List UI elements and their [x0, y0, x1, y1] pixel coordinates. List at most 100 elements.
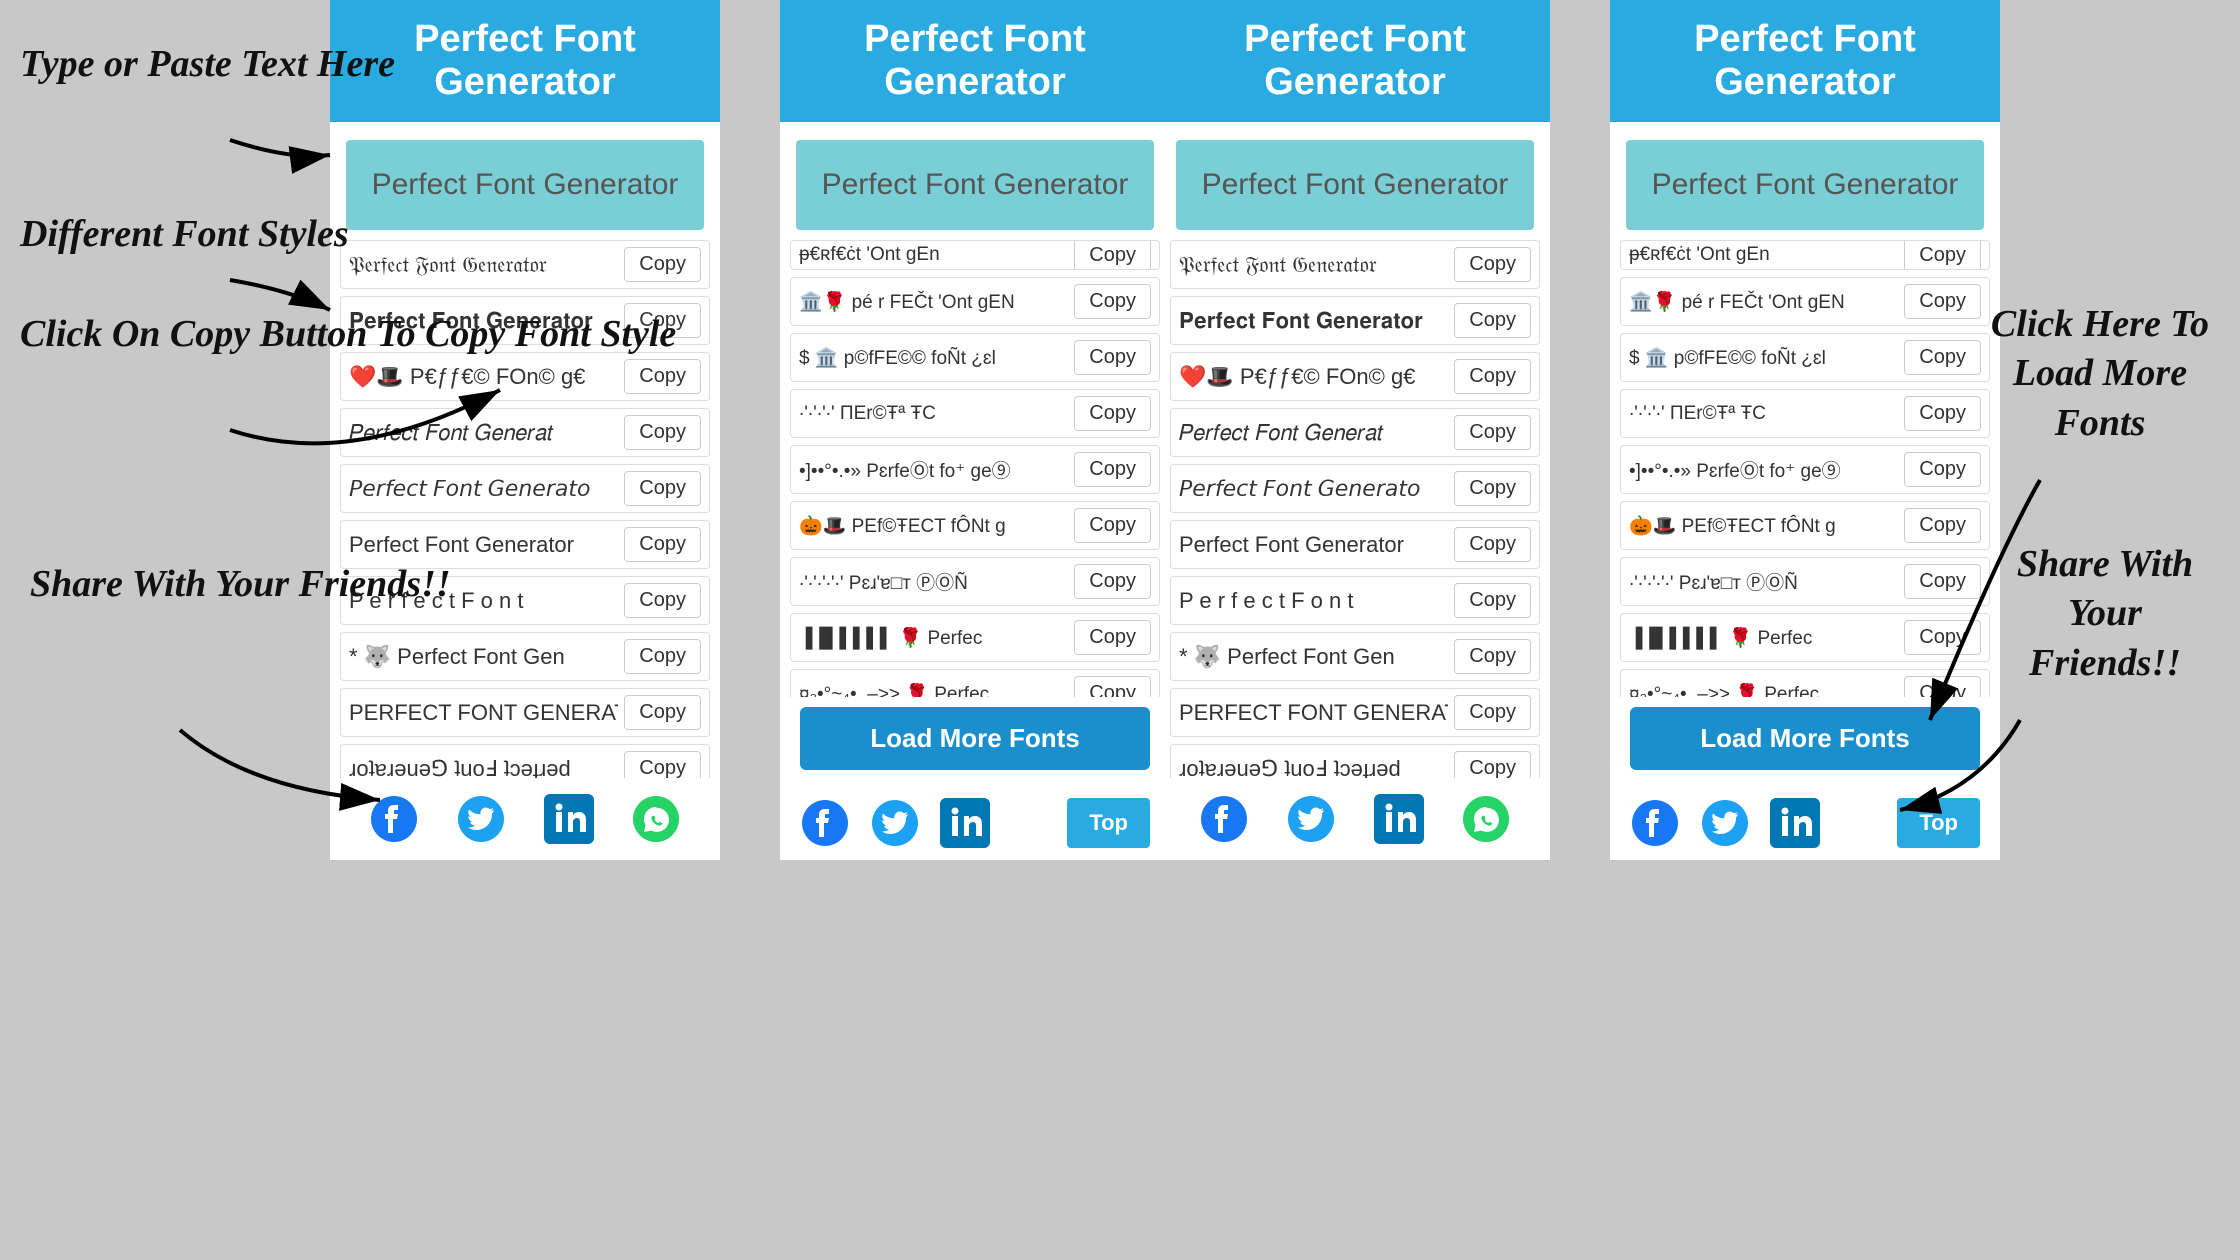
- facebook-icon-4[interactable]: [1630, 798, 1680, 848]
- font-row: * 🐺 Perfect Font Gen Copy: [340, 632, 710, 681]
- copy-button[interactable]: Copy: [624, 695, 701, 730]
- panel4-header: Perfect Font Generator: [1610, 0, 2000, 122]
- copy-button[interactable]: Copy: [1074, 620, 1151, 655]
- font-row-partial: ᵽ€ʀf€ċt 'Ont gEnCopy: [790, 240, 1160, 270]
- copy-button[interactable]: Copy: [624, 751, 701, 778]
- copy-button[interactable]: Copy: [1904, 340, 1981, 375]
- font-text: •]••°•.•» PɛrfeⓄt fo⁺ ge⑨: [799, 456, 1068, 483]
- load-more-button-2[interactable]: Load More Fonts: [1630, 707, 1980, 770]
- whatsapp-icon[interactable]: [631, 794, 681, 844]
- copy-button[interactable]: Copy: [624, 415, 701, 450]
- copy-button[interactable]: Copy: [1904, 396, 1981, 431]
- font-text: PERFECT FONT GENERATOR: [1179, 700, 1448, 726]
- copy-button[interactable]: Copy: [1454, 639, 1531, 674]
- panel1-input[interactable]: Perfect Font Generator: [346, 140, 704, 230]
- copy-button[interactable]: Copy: [1454, 359, 1531, 394]
- font-row: 🏛️🌹 pé r FEČt 'Ont gENCopy: [1620, 277, 1990, 326]
- annotation-diff-font: Different Font Styles: [20, 210, 349, 259]
- copy-button[interactable]: Copy: [1454, 751, 1531, 778]
- panel2-social-bar: Top: [780, 786, 1170, 860]
- font-row: PERFECT FONT GENERATOR Copy: [340, 688, 710, 737]
- facebook-icon-2[interactable]: [800, 798, 850, 848]
- twitter-icon-3[interactable]: [1286, 794, 1336, 844]
- font-text: 𝔓𝔢𝔯𝔣𝔢𝔠𝔱 𝔉𝔬𝔫𝔱 𝔊𝔢𝔫𝔢𝔯𝔞𝔱𝔬𝔯: [1179, 252, 1448, 278]
- font-row: Perfect Font GeneratorCopy: [1170, 520, 1540, 569]
- facebook-icon[interactable]: [369, 794, 419, 844]
- copy-button[interactable]: Copy: [1074, 284, 1151, 319]
- twitter-icon-2[interactable]: [870, 798, 920, 848]
- copy-button[interactable]: Copy: [624, 583, 701, 618]
- font-row: •]••°•.•» PɛrfeⓄt fo⁺ ge⑨Copy: [1620, 445, 1990, 494]
- twitter-icon-4[interactable]: [1700, 798, 1750, 848]
- copy-button[interactable]: Copy: [1074, 676, 1151, 697]
- font-text: 𝑃𝑒𝑟𝑓𝑒𝑐𝑡 𝐹𝑜𝑛𝑡 𝐺𝑒𝑛𝑒𝑟𝑎𝑡: [1179, 420, 1448, 446]
- copy-button[interactable]: Copy: [1454, 695, 1531, 730]
- phone-panel-right2: Perfect Font Generator Perfect Font Gene…: [1610, 0, 2000, 860]
- copy-button[interactable]: Copy: [1904, 508, 1981, 543]
- panel4-input[interactable]: Perfect Font Generator: [1626, 140, 1984, 230]
- whatsapp-icon-2[interactable]: [1461, 794, 1511, 844]
- panel1-social-bar: [330, 778, 720, 860]
- copy-button[interactable]: Copy: [1904, 452, 1981, 487]
- font-text: ɹoʇɐɹǝuǝ⅁ ʇuoℲ ʇɔǝɟɹǝd: [349, 756, 618, 779]
- font-row: * 🐺 Perfect Font GenCopy: [1170, 632, 1540, 681]
- font-text: 𝔓𝔢𝔯𝔣𝔢𝔠𝔱 𝔉𝔬𝔫𝔱 𝔊𝔢𝔫𝔢𝔯𝔞𝔱𝔬𝔯: [349, 252, 618, 278]
- copy-button[interactable]: Copy: [624, 359, 701, 394]
- copy-button[interactable]: Copy: [624, 639, 701, 674]
- copy-button[interactable]: Copy: [1454, 583, 1531, 618]
- font-row: $ 🏛️ p©fFE©© foÑt ¿ɛlCopy: [1620, 333, 1990, 382]
- panel2-header: Perfect Font Generator: [780, 0, 1170, 122]
- panel4-social-bar: Top: [1610, 786, 2000, 860]
- facebook-icon-3[interactable]: [1199, 794, 1249, 844]
- copy-button[interactable]: Copy: [1454, 471, 1531, 506]
- copy-button[interactable]: Copy: [1904, 284, 1981, 319]
- copy-button[interactable]: Copy: [624, 247, 701, 282]
- load-more-button[interactable]: Load More Fonts: [800, 707, 1150, 770]
- linkedin-icon[interactable]: [544, 794, 594, 844]
- copy-button[interactable]: Copy: [1074, 564, 1151, 599]
- copy-button[interactable]: Copy: [1454, 527, 1531, 562]
- font-row: 𝔓𝔢𝔯𝔣𝔢𝔠𝔱 𝔉𝔬𝔫𝔱 𝔊𝔢𝔫𝔢𝔯𝔞𝔱𝔬𝔯Copy: [1170, 240, 1540, 289]
- linkedin-icon-2[interactable]: [940, 798, 990, 848]
- annotation-share-right: Share With Your Friends!!: [1990, 540, 2220, 688]
- copy-button[interactable]: Copy: [1074, 340, 1151, 375]
- copy-button[interactable]: Copy: [1074, 452, 1151, 487]
- panel3-input[interactable]: Perfect Font Generator: [1176, 140, 1534, 230]
- font-row: ❤️🎩 P€ƒƒ€© FOn© g€Copy: [1170, 352, 1540, 401]
- font-text: ∙'∙'∙'∙' ΠEr©Ŧª ŦC: [1629, 403, 1898, 425]
- copy-button[interactable]: Copy: [624, 471, 701, 506]
- copy-button[interactable]: Copy: [624, 527, 701, 562]
- panel4-font-list: ᵽ€ʀf€ċt 'Ont gEnCopy🏛️🌹 pé r FEČt 'Ont g…: [1610, 240, 2000, 697]
- font-row: 𝘗𝘦𝘳𝘧𝘦𝘤𝘵 𝘍𝘰𝘯𝘵 𝘎𝘦𝘯𝘦𝘳𝘢𝘵𝘰Copy: [1170, 464, 1540, 513]
- font-row: 𝑃𝑒𝑟𝑓𝑒𝑐𝑡 𝐹𝑜𝑛𝑡 𝐺𝑒𝑛𝑒𝑟𝑎𝑡 Copy: [340, 408, 710, 457]
- copy-button[interactable]: Copy: [1454, 415, 1531, 450]
- top-button[interactable]: Top: [1067, 798, 1150, 848]
- font-text: ∙'∙'∙'∙' ΠEr©Ŧª ŦC: [799, 403, 1068, 425]
- font-text: ❤️🎩 P€ƒƒ€© FOn© g€: [1179, 364, 1448, 390]
- font-text: PERFECT FONT GENERATOR: [349, 700, 618, 726]
- copy-button[interactable]: Copy: [1074, 240, 1151, 270]
- copy-button[interactable]: Copy: [1074, 396, 1151, 431]
- panel3-social-bar: [1160, 778, 1550, 860]
- linkedin-icon-3[interactable]: [1374, 794, 1424, 844]
- copy-button[interactable]: Copy: [1904, 240, 1981, 270]
- panel3-header: Perfect Font Generator: [1160, 0, 1550, 122]
- font-row: 𝐏𝐞𝐫𝐟𝐞𝐜𝐭 𝐅𝐨𝐧𝐭 𝐆𝐞𝐧𝐞𝐫𝐚𝐭𝐨𝐫Copy: [1170, 296, 1540, 345]
- font-text: 𝑃𝑒𝑟𝑓𝑒𝑐𝑡 𝐹𝑜𝑛𝑡 𝐺𝑒𝑛𝑒𝑟𝑎𝑡: [349, 420, 618, 446]
- font-row: ∙'∙'∙'∙'∙' Pɛɹ'ɐ□т ⓅⓄÑCopy: [790, 557, 1160, 606]
- top-button-2[interactable]: Top: [1897, 798, 1980, 848]
- linkedin-icon-4[interactable]: [1770, 798, 1820, 848]
- copy-button[interactable]: Copy: [1074, 508, 1151, 543]
- twitter-icon[interactable]: [456, 794, 506, 844]
- font-text: ᵽ€ʀf€ċt 'Ont gEn: [1629, 244, 1898, 266]
- panel2-input[interactable]: Perfect Font Generator: [796, 140, 1154, 230]
- font-row: 🎃🎩 PEf©ŦECT fÔNt gCopy: [1620, 501, 1990, 550]
- panel2-font-list: ᵽ€ʀf€ċt 'Ont gEnCopy🏛️🌹 pé r FEČt 'Ont g…: [780, 240, 1170, 697]
- copy-button[interactable]: Copy: [1904, 676, 1981, 697]
- copy-button[interactable]: Copy: [1904, 620, 1981, 655]
- font-text: ∙'∙'∙'∙'∙' Pɛɹ'ɐ□т ⓅⓄÑ: [799, 568, 1068, 595]
- annotation-share-left: Share With Your Friends!!: [30, 560, 451, 609]
- copy-button[interactable]: Copy: [1454, 303, 1531, 338]
- copy-button[interactable]: Copy: [1904, 564, 1981, 599]
- copy-button[interactable]: Copy: [1454, 247, 1531, 282]
